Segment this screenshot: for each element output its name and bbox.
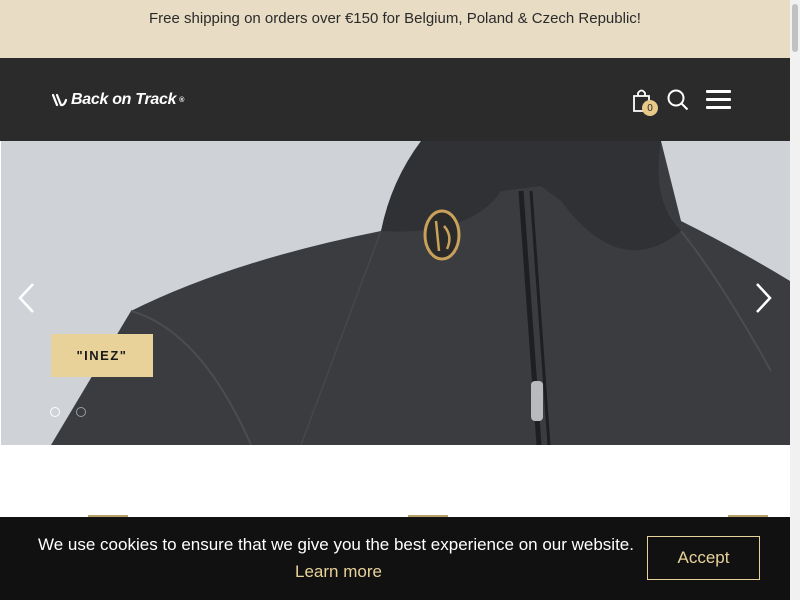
page-scrollbar[interactable] <box>790 0 800 600</box>
chevron-right-icon <box>756 283 772 313</box>
site-header: Back on Track ® 0 <box>0 58 790 141</box>
logo-text: Back on Track <box>71 91 177 108</box>
logo-registered-mark: ® <box>179 96 185 104</box>
search-icon <box>667 89 689 111</box>
cart-button[interactable]: 0 <box>631 87 658 117</box>
hero-image <box>1 141 790 445</box>
cart-count-badge: 0 <box>642 100 658 116</box>
cookie-banner: We use cookies to ensure that we give yo… <box>0 517 790 600</box>
menu-icon-bar <box>706 98 731 101</box>
accept-cookies-button[interactable]: Accept <box>647 536 760 580</box>
logo-mark-icon <box>52 93 68 107</box>
announcement-bar: Free shipping on orders over €150 for Be… <box>0 0 790 58</box>
menu-button[interactable] <box>706 90 731 109</box>
slider-prev-button[interactable] <box>16 281 36 315</box>
menu-icon-bar <box>706 90 731 93</box>
hero-slider: "INEZ" <box>1 141 790 445</box>
slider-next-button[interactable] <box>754 281 774 315</box>
logo[interactable]: Back on Track ® <box>52 88 184 112</box>
slider-dot[interactable] <box>76 407 86 417</box>
slide-product-label[interactable]: "INEZ" <box>51 334 153 377</box>
slider-dot-active[interactable] <box>50 407 60 417</box>
search-button[interactable] <box>667 89 689 111</box>
menu-icon-bar <box>706 106 731 109</box>
announcement-text: Free shipping on orders over €150 for Be… <box>149 9 641 27</box>
learn-more-link[interactable]: Learn more <box>295 562 382 582</box>
slider-pagination <box>50 407 86 417</box>
chevron-left-icon <box>18 283 34 313</box>
cookie-message: We use cookies to ensure that we give yo… <box>38 535 634 554</box>
scrollbar-thumb[interactable] <box>792 4 798 52</box>
